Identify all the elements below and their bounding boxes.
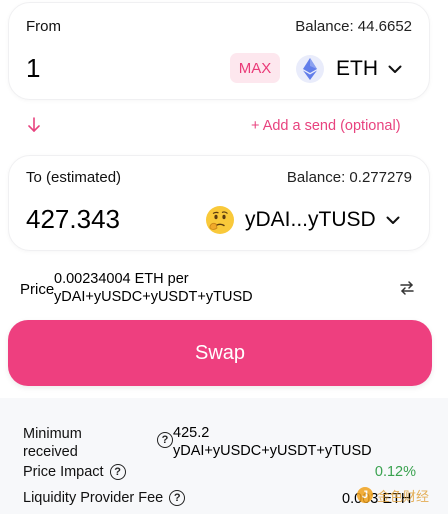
question-icon[interactable]: ? bbox=[157, 432, 173, 448]
from-balance: Balance: 44.6652 bbox=[295, 18, 412, 35]
to-token-symbol: yDAI...yTUSD bbox=[245, 208, 376, 231]
arrow-down-icon[interactable] bbox=[27, 117, 41, 133]
minimum-label-line1: Minimum bbox=[23, 426, 82, 442]
minimum-value-line1: 425.2 bbox=[173, 425, 210, 441]
price-impact-value: 0.12% bbox=[374, 464, 416, 480]
price-label: Price bbox=[20, 281, 55, 298]
chevron-down-icon bbox=[386, 213, 400, 227]
watermark-text: 金色财经 bbox=[377, 488, 430, 504]
to-token-selector[interactable]: yDAI...yTUSD bbox=[206, 204, 400, 236]
question-icon[interactable]: ? bbox=[169, 490, 186, 506]
chevron-down-icon bbox=[388, 62, 402, 76]
max-button[interactable]: MAX bbox=[230, 53, 280, 83]
watermark-coin-icon: J bbox=[357, 487, 373, 503]
price-value: 0.00234004 ETH per yDAI+yUSDC+yUSDT+yTUS… bbox=[54, 270, 253, 306]
add-send-link[interactable]: + Add a send (optional) bbox=[251, 118, 401, 134]
from-token-selector[interactable]: ETH bbox=[296, 53, 402, 85]
price-impact-label: Price Impact bbox=[23, 464, 104, 480]
swap-page: From Balance: 44.6652 1 MAX ETH + Add a … bbox=[0, 0, 448, 514]
to-input-panel: To (estimated) Balance: 0.277279 427.343… bbox=[8, 155, 430, 251]
to-balance: Balance: 0.277279 bbox=[286, 169, 412, 186]
minimum-label-line2: received bbox=[23, 444, 78, 460]
swap-button[interactable]: Swap bbox=[8, 320, 432, 386]
price-impact-row: Price Impact ? bbox=[23, 464, 126, 480]
liquidity-fee-row: Liquidity Provider Fee ? bbox=[23, 490, 186, 506]
from-amount-input[interactable]: 1 bbox=[26, 53, 40, 84]
from-label: From bbox=[26, 18, 61, 35]
ethereum-icon bbox=[296, 55, 324, 83]
thinking-face-emoji-icon bbox=[206, 206, 234, 234]
minimum-received-value: 425.2 yDAI+yUSDC+yUSDT+yTUSD bbox=[173, 424, 372, 460]
from-input-panel: From Balance: 44.6652 1 MAX ETH bbox=[8, 2, 430, 100]
price-value-line1: 0.00234004 ETH per bbox=[54, 271, 189, 287]
liquidity-fee-label: Liquidity Provider Fee bbox=[23, 490, 164, 506]
question-icon[interactable]: ? bbox=[109, 464, 126, 480]
from-token-symbol: ETH bbox=[336, 57, 378, 80]
minimum-received-label: Minimum received bbox=[23, 425, 82, 461]
watermark-logo: J 金色财经 bbox=[357, 484, 429, 506]
to-amount-input[interactable]: 427.343 bbox=[26, 204, 120, 235]
price-value-line2: yDAI+yUSDC+yUSDT+yTUSD bbox=[54, 289, 253, 305]
invert-price-icon[interactable] bbox=[398, 279, 416, 297]
minimum-value-line2: yDAI+yUSDC+yUSDT+yTUSD bbox=[173, 443, 372, 459]
to-label: To (estimated) bbox=[26, 169, 122, 186]
